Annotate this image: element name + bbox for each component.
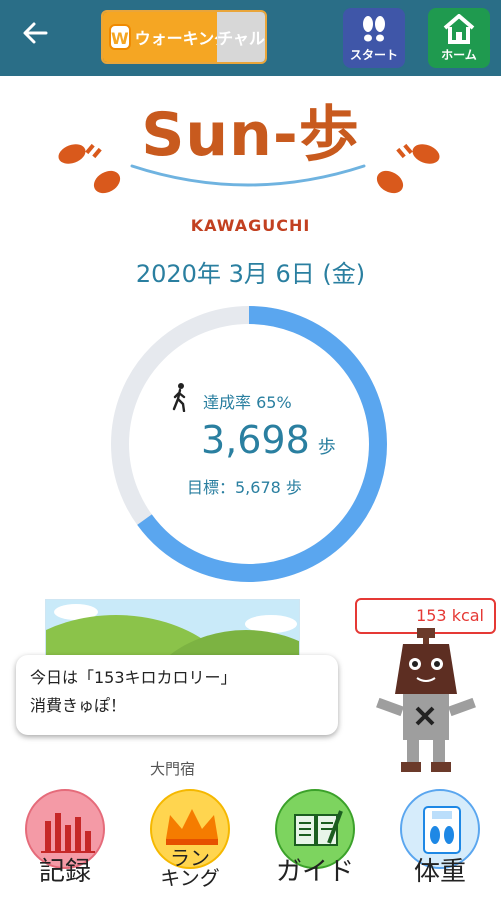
guide-label[interactable]: ガイド [260, 858, 370, 886]
start-button[interactable]: スタート [343, 8, 405, 68]
walking-channel-button[interactable]: W ウォーキング チャル [101, 10, 267, 64]
channel-right: チャル [217, 12, 265, 62]
top-bar: W ウォーキング チャル スタート ホーム [0, 0, 501, 76]
message-line-1: 今日は「153キロカロリー」 [30, 668, 237, 687]
back-arrow-icon[interactable] [20, 18, 60, 58]
step-count: 3,698 歩 [201, 418, 336, 462]
left-footprints-icon [58, 143, 121, 194]
weight-label[interactable]: 体重 [385, 858, 495, 886]
channel-logo-icon: W [109, 24, 131, 50]
walker-icon [172, 383, 186, 412]
start-label: スタート [349, 48, 398, 62]
achievement-rate: 達成率 65% [203, 393, 292, 412]
channel-right-label: チャル [217, 29, 265, 48]
footprints-icon [363, 16, 385, 42]
date-label: 2020年 3月 6日 (金) [135, 260, 366, 288]
ranking-label-line-2: キング [160, 866, 220, 890]
home-label: ホーム [441, 48, 477, 62]
step-count-unit: 歩 [317, 437, 336, 458]
ranking-label-line-1: ラン [170, 846, 210, 870]
progress-info: 達成率 65% 3,698 歩 目標：5,678 歩 [107, 302, 391, 586]
step-goal: 目標：5,678 歩 [187, 478, 302, 497]
channel-left-label: ウォーキング [134, 29, 231, 48]
record-label[interactable]: 記録 [10, 858, 120, 886]
right-footprints-icon [376, 143, 440, 194]
logo-smile-arc [130, 164, 366, 187]
mascot-robot-icon [376, 628, 476, 772]
house-icon [443, 14, 475, 44]
station-name: 大門宿 [150, 760, 196, 778]
message-bubble: 今日は「153キロカロリー」 消費きゅぽ！ [16, 655, 338, 735]
message-line-2: 消費きゅぽ！ [30, 696, 127, 715]
ranking-label[interactable]: ラン キング [135, 848, 245, 888]
step-count-value: 3,698 [201, 418, 310, 462]
channel-left: W ウォーキング [103, 12, 230, 62]
city-name: KAWAGUCHI [190, 216, 311, 235]
home-button[interactable]: ホーム [428, 8, 490, 68]
